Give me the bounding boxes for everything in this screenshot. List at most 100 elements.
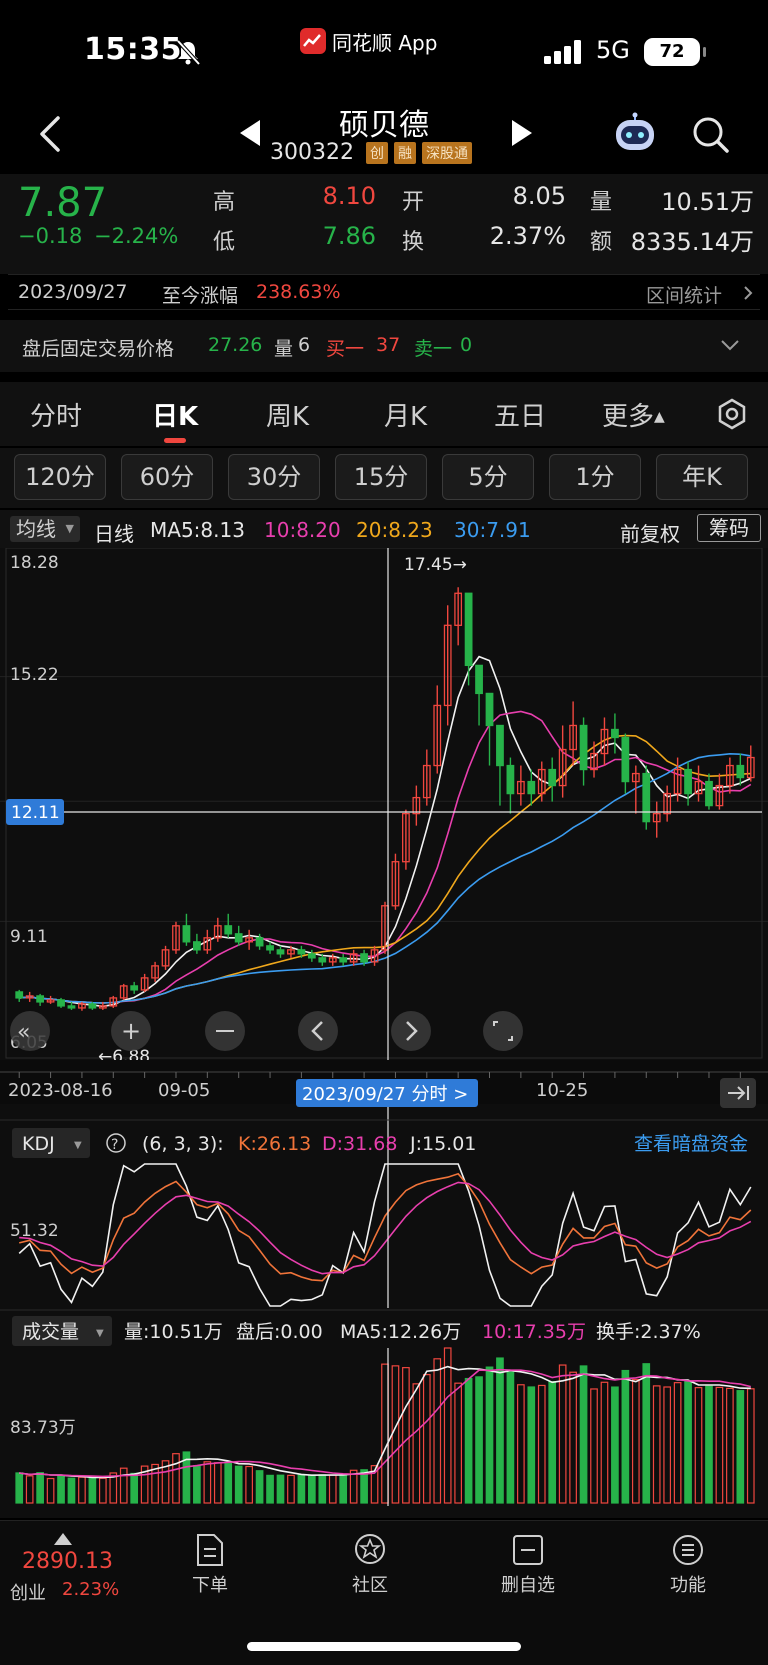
kdj-k: K:26.13 (238, 1133, 311, 1155)
dark-pool-link[interactable]: 查看暗盘资金 (634, 1133, 748, 1155)
after-hours-vol: 6 (298, 334, 311, 356)
functions-button[interactable]: 功能 (648, 1533, 728, 1597)
prev-stock-icon[interactable] (240, 120, 262, 146)
next-stock-icon[interactable] (510, 120, 532, 146)
tab-120min[interactable]: 120分 (14, 454, 106, 500)
volume-bar (276, 1474, 285, 1504)
svg-text:?: ? (111, 1137, 118, 1153)
kline-chart[interactable]: 18.28 15.22 9.11 6.05 17.45→ ←6.88 12.11… (0, 548, 768, 1518)
tab-five-day[interactable]: 五日 (494, 396, 546, 433)
range-label: 至今涨幅 (162, 285, 239, 307)
svg-text:«: « (17, 1020, 30, 1045)
volume-bar (464, 1377, 473, 1504)
volume-bar (36, 1472, 44, 1504)
volume-bar (67, 1477, 76, 1504)
index-up-arrow-icon (54, 1533, 72, 1545)
candle-body (736, 764, 745, 779)
tag-shengutong: 深股通 (421, 141, 472, 164)
candle-body (475, 664, 483, 695)
low-value: 7.86 (322, 222, 376, 250)
tab-more[interactable]: 更多▲ (602, 396, 665, 433)
volume-bar (297, 1474, 306, 1504)
period-label: 日线 (94, 522, 134, 546)
tab-weekly-k[interactable]: 周K (266, 396, 309, 433)
high-label: 高 (213, 190, 236, 215)
tab-15min[interactable]: 15分 (335, 454, 427, 500)
candle-body (67, 1005, 76, 1009)
candle-body (621, 736, 630, 783)
volume-bar (88, 1477, 97, 1504)
volume-bar (234, 1465, 243, 1504)
indicator-select[interactable]: 均线 ▼ (10, 516, 80, 542)
candle-body (705, 780, 713, 807)
range-value: 238.63% (256, 281, 341, 303)
tab-monthly-k[interactable]: 月K (384, 396, 427, 433)
community-button[interactable]: 社区 (330, 1533, 410, 1597)
kdj-d: D:31.68 (322, 1133, 397, 1155)
selected-date[interactable]: 2023/09/27 分时 > (302, 1084, 468, 1105)
ma20-value: 20:8.23 (356, 518, 433, 542)
scroll-left-icon[interactable] (298, 1011, 338, 1051)
chevron-down-icon[interactable] (720, 338, 740, 352)
tab-1min[interactable]: 1分 (549, 454, 641, 500)
volume-bar (485, 1366, 494, 1504)
app-return-chip[interactable]: 同花顺 App (300, 26, 437, 56)
index-value[interactable]: 2890.13 (22, 1549, 113, 1574)
index-name: 创业 (10, 1583, 46, 1604)
tab-year-k[interactable]: 年K (656, 454, 748, 500)
remove-watchlist-button[interactable]: 删自选 (488, 1533, 568, 1597)
candle-body (57, 999, 65, 1007)
candle-body (192, 941, 201, 951)
volume-bar (642, 1363, 651, 1504)
adjust-label[interactable]: 前复权 (620, 518, 680, 547)
volume-label: 成交量 (22, 1321, 79, 1343)
volume-bar (527, 1386, 536, 1504)
volume-bar (736, 1390, 745, 1504)
tab-30min[interactable]: 30分 (228, 454, 320, 500)
tab-daily-k[interactable]: 日K (152, 396, 198, 433)
stock-header: 硕贝德 300322 创 融 深股通 (0, 96, 768, 174)
vol-y-tick: 83.73万 (10, 1418, 76, 1438)
vol-ma5: MA5:12.26万 (340, 1321, 461, 1343)
chart-settings-icon[interactable] (716, 398, 748, 430)
candle-body (318, 957, 327, 963)
fullscreen-icon[interactable] (483, 1011, 523, 1051)
candle-body (36, 995, 45, 1003)
order-button[interactable]: 下单 (170, 1533, 250, 1597)
after-hours-bar[interactable]: 盘后固定交易价格 27.26 量 6 买一 37 卖一 0 (0, 320, 768, 372)
app-name: 同花顺 App (332, 30, 438, 55)
candle-body (642, 772, 651, 823)
search-icon[interactable] (690, 114, 730, 154)
order-label: 下单 (192, 1575, 228, 1596)
candle-body (15, 991, 24, 999)
vol-ma10: 10:17.35万 (482, 1321, 586, 1343)
candle-body (224, 925, 233, 935)
indicator-label: 均线 (16, 517, 56, 541)
range-stat-link[interactable]: 区间统计 (646, 281, 722, 308)
tab-60min[interactable]: 60分 (121, 454, 213, 500)
candle-body (307, 953, 316, 959)
dropdown-caret-icon: ▼ (65, 522, 74, 535)
tab-intraday[interactable]: 分时 (30, 396, 82, 433)
candle-body (182, 925, 191, 943)
tag-chuang: 创 (365, 141, 388, 164)
index-pct: 2.23% (62, 1579, 120, 1600)
sell1-label: 卖一 (414, 338, 453, 360)
price-change-pct: −2.24% (94, 224, 179, 248)
current-price: 7.87 (18, 180, 108, 226)
tab-5min[interactable]: 5分 (442, 454, 534, 500)
scroll-right-icon[interactable] (391, 1011, 431, 1051)
volume-label: 量 (590, 190, 613, 215)
home-indicator (247, 1642, 521, 1651)
after-hours-vol-label: 量 (274, 338, 294, 360)
x-label-end: 10-25 (536, 1080, 588, 1101)
period-tabs: 分时 日K 周K 月K 五日 更多▲ (0, 382, 768, 446)
chips-button[interactable]: 筹码 (697, 514, 761, 542)
kdj-y-tick: 51.32 (10, 1221, 59, 1241)
range-stat-bar[interactable]: 2023/09/27 至今涨幅 238.63% 区间统计 (8, 274, 760, 310)
order-doc-icon (197, 1534, 223, 1566)
ma10-value: 10:8.20 (264, 518, 341, 542)
buy1-value: 37 (376, 334, 401, 356)
ai-assistant-robot-icon[interactable] (612, 112, 658, 154)
candle-body (527, 780, 536, 795)
